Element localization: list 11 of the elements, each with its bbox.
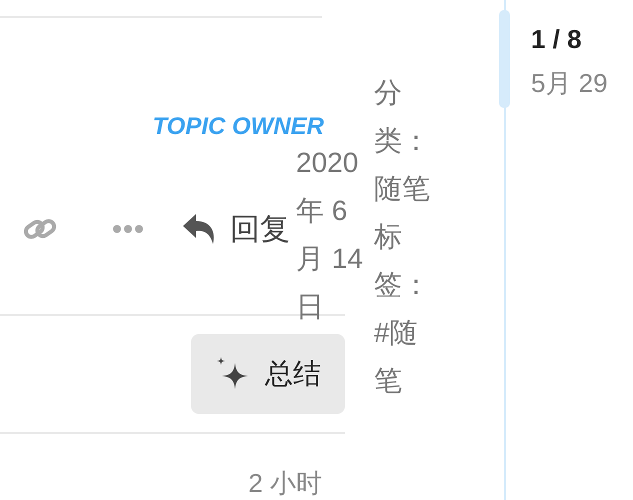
timeline-position: 1 / 8: [531, 23, 583, 56]
post-date: 2020 年 6 月 14 日: [296, 146, 364, 324]
post-time[interactable]: 2 小时: [248, 466, 322, 500]
topic-owner-label: TOPIC OWNER: [152, 112, 324, 142]
timeline-date: 5月 29: [531, 67, 608, 100]
more-button[interactable]: [112, 224, 144, 234]
summarize-button[interactable]: 总结: [191, 334, 345, 414]
more-icon: [112, 224, 144, 234]
reply-button[interactable]: 回复: [182, 206, 290, 252]
timeline-handle[interactable]: [499, 10, 510, 108]
category-tags-text: 分类：随笔标签：#随笔: [374, 76, 431, 398]
